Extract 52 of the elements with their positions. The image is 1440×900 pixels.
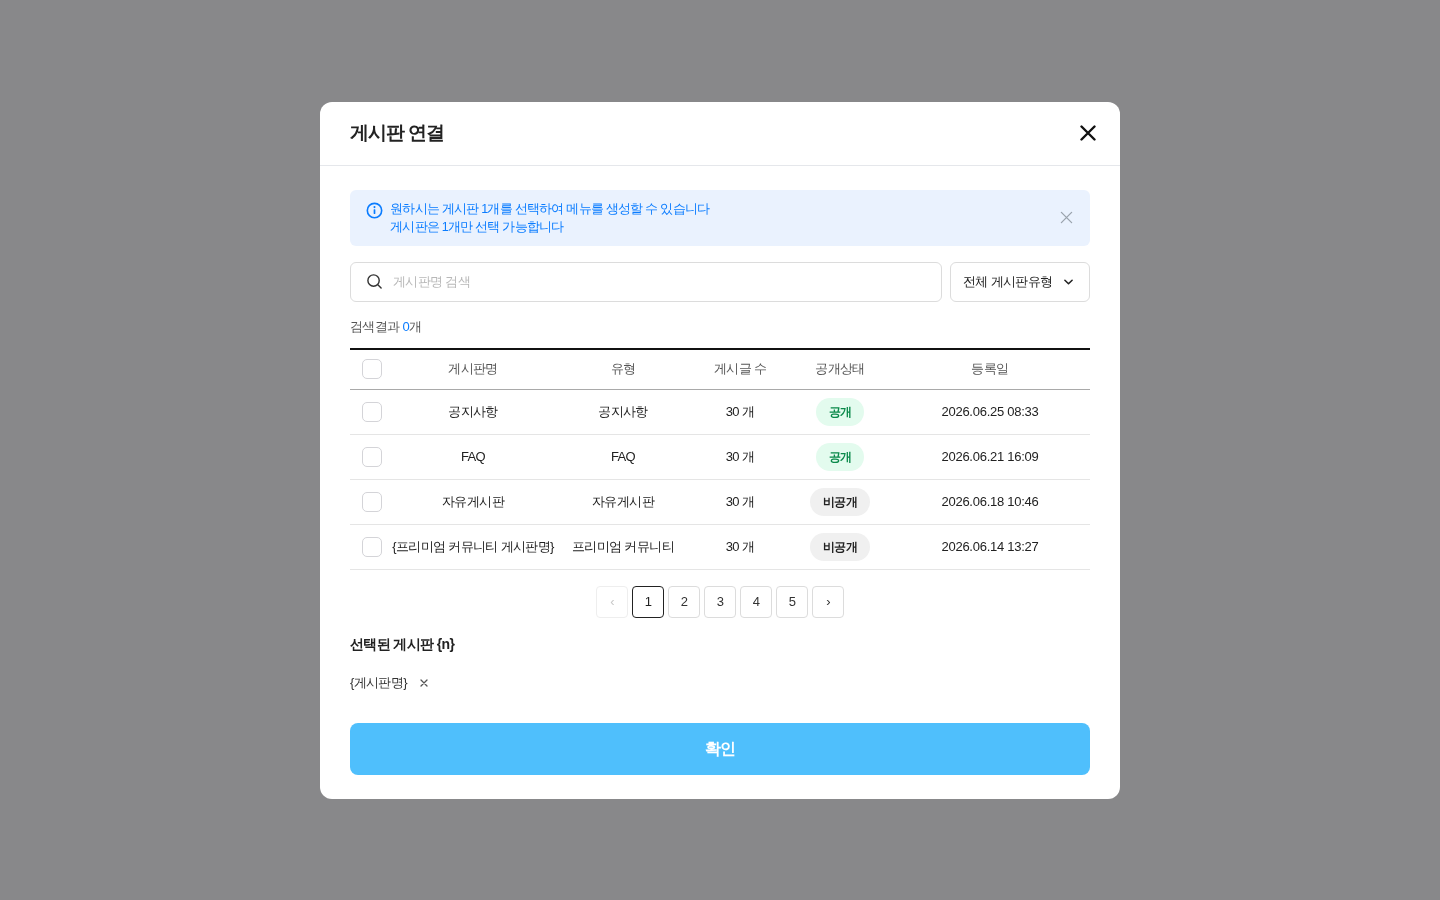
- type-dropdown[interactable]: 전체 게시판유형: [950, 261, 1090, 302]
- table-cell-text: 2026.06.25 08:33: [941, 402, 1039, 421]
- dialog-title: 게시판 연결: [350, 120, 444, 145]
- table-cell-text: 자유게시판: [592, 492, 654, 511]
- table-cell-text: 30 개: [725, 537, 755, 556]
- column-header: 게시판명: [448, 360, 498, 379]
- table-cell-text: 공지사항: [448, 402, 498, 421]
- close-icon: [1080, 125, 1096, 141]
- table-cell-text: 30 개: [725, 447, 755, 466]
- table-cell-text: 자유게시판: [442, 492, 504, 511]
- notice-text: 원하시는 게시판 1개를 선택하여 메뉴를 생성할 수 있습니다: [390, 200, 710, 218]
- info-icon: [366, 201, 383, 219]
- checkbox[interactable]: [362, 446, 382, 467]
- search-field[interactable]: 게시판명 검색: [350, 261, 942, 302]
- checkbox[interactable]: [362, 401, 382, 422]
- page-button[interactable]: 5: [776, 585, 808, 618]
- remove-button[interactable]: [419, 678, 429, 687]
- page-button[interactable]: 3: [704, 585, 736, 618]
- column-header: 등록일: [971, 360, 1009, 379]
- table-cell-text: 프리미엄 커뮤니티: [572, 537, 674, 556]
- page-button[interactable]: 4: [740, 585, 772, 618]
- status-badge: 공개: [815, 397, 865, 426]
- status-badge: 비공개: [809, 532, 871, 561]
- search-icon: [366, 272, 383, 290]
- table-cell-text: 30 개: [725, 402, 755, 421]
- checkbox[interactable]: [362, 536, 382, 557]
- section-title: 선택된 게시판 {n}: [350, 634, 455, 654]
- page-button[interactable]: 1: [632, 585, 664, 618]
- chevron-down-icon: [1064, 278, 1073, 285]
- page-button[interactable]: ›: [812, 585, 844, 618]
- column-header: 게시글 수: [713, 360, 767, 379]
- column-header: 공개상태: [815, 360, 865, 379]
- selected-board-label: {게시판명}: [350, 673, 407, 692]
- close-icon: [1059, 211, 1073, 224]
- table-cell-text: 30 개: [725, 492, 755, 511]
- table-cell-text: {프리미엄 커뮤니티 게시판명}: [392, 537, 554, 556]
- table-cell-text: 2026.06.21 16:09: [941, 447, 1039, 466]
- table-cell-text: 2026.06.14 13:27: [941, 537, 1039, 556]
- table-cell-text: FAQ: [460, 447, 486, 466]
- checkbox[interactable]: [362, 491, 382, 512]
- status-badge: 공개: [815, 442, 865, 471]
- result-count: 검색결과 0개: [350, 317, 422, 336]
- table-cell-text: 2026.06.18 10:46: [941, 492, 1039, 511]
- table-cell-text: FAQ: [610, 447, 636, 466]
- column-header: 유형: [610, 360, 636, 379]
- page-button[interactable]: 2: [668, 585, 700, 618]
- dismiss-button[interactable]: [1058, 209, 1074, 226]
- table-cell-text: 공지사항: [598, 402, 648, 421]
- status-badge: 비공개: [809, 487, 871, 516]
- checkbox[interactable]: [362, 359, 382, 379]
- notice-text: 게시판은 1개만 선택 가능합니다: [390, 218, 564, 236]
- close-icon: [420, 678, 429, 687]
